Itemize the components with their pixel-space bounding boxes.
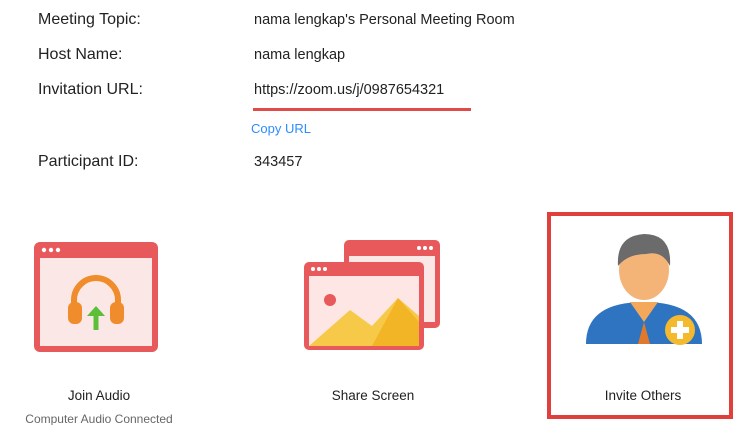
share-screen-icon <box>304 240 440 350</box>
participant-id-value: 343457 <box>254 154 303 170</box>
invitation-url-underline <box>253 108 471 111</box>
join-audio-status: Computer Audio Connected <box>25 412 173 425</box>
join-audio-label: Join Audio <box>67 388 131 403</box>
invitation-url-label: Invitation URL: <box>38 81 143 98</box>
invitation-url-value[interactable]: https://zoom.us/j/0987654321 <box>254 82 444 98</box>
invite-others-highlight <box>547 212 733 419</box>
host-name-label: Host Name: <box>38 46 123 63</box>
share-screen-button[interactable]: Share Screen <box>288 210 458 403</box>
meeting-info-panel: Meeting Topic: nama lengkap's Personal M… <box>0 0 736 425</box>
share-screen-label: Share Screen <box>331 388 415 403</box>
meeting-topic-value: nama lengkap's Personal Meeting Room <box>254 12 515 28</box>
participant-id-label: Participant ID: <box>38 153 139 170</box>
join-audio-button[interactable]: Join Audio Computer Audio Connected <box>14 210 184 425</box>
meeting-topic-label: Meeting Topic: <box>38 11 141 28</box>
copy-url-link[interactable]: Copy URL <box>251 121 311 136</box>
headphones-icon <box>34 242 158 352</box>
host-name-value: nama lengkap <box>254 47 346 63</box>
